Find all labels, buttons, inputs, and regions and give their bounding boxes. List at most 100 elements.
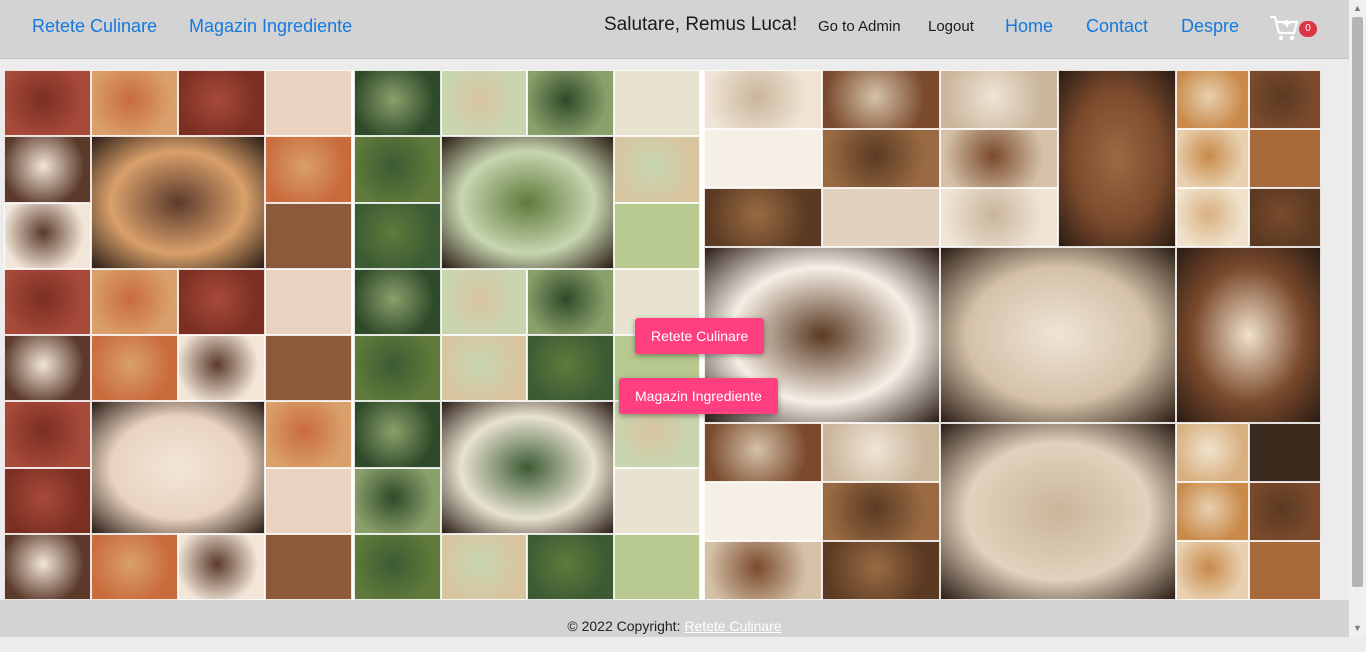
food-photo-tile [613,70,700,137]
featured-food-photo [440,401,614,534]
food-photo-tile [91,268,178,335]
food-photo-tile [822,128,940,188]
food-photo-tile [440,335,527,402]
food-photo-tile [265,268,352,335]
food-photo-tile [265,335,352,402]
featured-food-photo [940,246,1176,424]
food-photo-tile [1176,482,1249,542]
navbar: Retete Culinare Magazin Ingrediente Salu… [0,0,1349,59]
food-photo-tile [704,70,822,129]
cart-button[interactable]: 0 [1269,14,1321,42]
featured-food-photo [91,401,265,534]
food-photo-tile [178,70,265,137]
brand-recipes-link[interactable]: Retete Culinare [32,16,157,37]
about-link[interactable]: Despre [1181,16,1239,37]
food-photo-tile [265,202,352,269]
food-photo-tile [704,187,822,247]
food-photo-tile [4,202,91,269]
footer-link[interactable]: Retete Culinare [684,618,781,634]
brand-shop-link[interactable]: Magazin Ingrediente [189,16,352,37]
food-photo-tile [4,70,91,137]
food-photo-tile [1176,187,1249,247]
food-photo-tile [940,128,1058,188]
shop-button[interactable]: Magazin Ingrediente [619,378,778,414]
food-photo-tile [704,541,822,600]
featured-food-photo [1176,246,1321,424]
food-photo-tile [354,268,441,335]
user-greeting: Salutare, Remus Luca! [604,14,798,35]
food-photo-tile [940,187,1058,247]
food-photo-tile [822,541,940,600]
vertical-scrollbar[interactable]: ▲ ▼ [1349,0,1366,637]
featured-food-photo [440,136,614,269]
food-photo-tile [354,136,441,203]
food-photo-tile [613,202,700,269]
food-photo-tile [822,187,940,247]
food-photo-tile [265,533,352,600]
admin-link[interactable]: Go to Admin [818,18,901,35]
logout-link[interactable]: Logout [928,18,974,35]
featured-food-photo [91,136,265,269]
food-photo-tile [4,268,91,335]
food-photo-tile [440,268,527,335]
food-photo-tile [1176,70,1249,129]
food-photo-tile [613,136,700,203]
food-photo-tile [822,482,940,542]
footer: © 2022 Copyright: Retete Culinare [0,600,1349,637]
food-photo-tile [822,70,940,129]
food-photo-tile [1248,541,1321,600]
food-photo-tile [4,533,91,600]
food-photo-tile [704,482,822,542]
food-photo-tile [265,70,352,137]
food-photo-tile [613,467,700,534]
scroll-thumb[interactable] [1352,17,1363,587]
pastries-collage [1176,70,1321,600]
scroll-down-icon[interactable]: ▼ [1349,620,1366,637]
food-photo-tile [1248,128,1321,188]
food-photo-tile [178,335,265,402]
cart-count-badge: 0 [1299,21,1317,37]
food-photo-tile [354,202,441,269]
food-photo-tile [4,401,91,468]
contact-link[interactable]: Contact [1086,16,1148,37]
food-photo-tile [704,128,822,188]
food-photo-tile [527,335,614,402]
food-photo-tile [354,335,441,402]
food-photo-tile [527,533,614,600]
food-photo-tile [354,70,441,137]
food-photo-tile [822,423,940,483]
shopping-cart-icon [1270,15,1299,41]
food-photo-tile [1248,423,1321,483]
food-photo-tile [1176,541,1249,600]
food-photo-tile [265,136,352,203]
food-photo-tile [265,401,352,468]
home-link[interactable]: Home [1005,16,1053,37]
featured-food-photo [1058,70,1176,247]
food-photo-tile [527,70,614,137]
scroll-up-icon[interactable]: ▲ [1349,0,1366,17]
food-photo-tile [1176,423,1249,483]
food-photo-tile [1248,482,1321,542]
copyright-text: © 2022 Copyright: [567,618,681,634]
food-photo-tile [354,401,441,468]
food-photo-tile [354,467,441,534]
recipes-button[interactable]: Retete Culinare [635,318,765,354]
food-photo-tile [4,467,91,534]
food-photo-tile [1248,70,1321,129]
food-photo-tile [613,533,700,600]
food-photo-tile [1248,187,1321,247]
cakes-collage [704,70,1176,600]
food-photo-tile [178,268,265,335]
meat-dishes-collage [4,70,352,600]
food-photo-tile [354,533,441,600]
food-photo-tile [440,533,527,600]
food-photo-tile [91,70,178,137]
food-photo-tile [440,70,527,137]
food-photo-tile [704,423,822,483]
food-photo-tile [4,136,91,203]
food-photo-tile [4,335,91,402]
food-photo-tile [91,533,178,600]
food-photo-tile [940,70,1058,129]
featured-food-photo [940,423,1176,600]
food-photo-tile [91,335,178,402]
